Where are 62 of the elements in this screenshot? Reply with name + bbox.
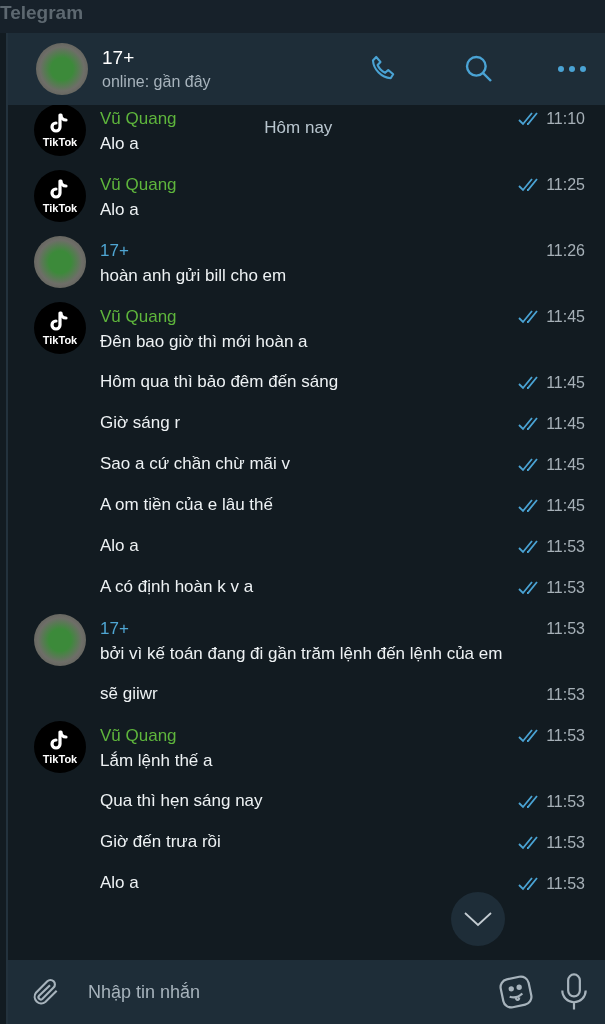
message-time: 11:53 bbox=[546, 726, 585, 745]
message-text: Alo a bbox=[100, 199, 139, 221]
avatar-photo[interactable] bbox=[34, 614, 86, 666]
message-text: hoàn anh gửi bill cho em bbox=[100, 265, 287, 287]
message-time: 11:53 bbox=[546, 833, 585, 852]
message-time: 11:45 bbox=[546, 307, 585, 326]
tiktok-avatar[interactable]: TikTok bbox=[34, 105, 86, 156]
message-text: Đên bao giờ thì mới hoàn a bbox=[100, 331, 308, 353]
message-text: Sao a cứ chần chừ mãi v bbox=[100, 453, 290, 475]
message-text: sẽ giiwr bbox=[100, 683, 158, 705]
message-time: 11:45 bbox=[546, 414, 585, 433]
avatar-label: TikTok bbox=[42, 201, 78, 214]
message-text: Lắm lệnh thế a bbox=[100, 750, 213, 772]
message-time: 11:53 bbox=[546, 874, 585, 893]
message-time: 11:53 bbox=[546, 792, 585, 811]
sender-name[interactable]: 17+ bbox=[100, 238, 129, 263]
scroll-down-button[interactable] bbox=[451, 892, 505, 946]
chat-status: online: gần đây bbox=[102, 73, 212, 91]
message-text: bởi vì kế toán đang đi gần trăm lệnh đến lệnh của em bbox=[100, 643, 503, 665]
sender-name[interactable]: Vũ Quang bbox=[100, 106, 177, 131]
avatar-photo[interactable] bbox=[34, 236, 86, 288]
microphone-button[interactable] bbox=[559, 973, 589, 1011]
music-note-icon bbox=[50, 178, 70, 201]
message-text: Alo a bbox=[100, 872, 139, 894]
message-time: 11:45 bbox=[546, 455, 585, 474]
music-note-icon bbox=[50, 112, 70, 135]
sender-name[interactable]: Vũ Quang bbox=[100, 172, 177, 197]
message-time: 11:53 bbox=[546, 578, 585, 597]
chevron-down-icon bbox=[463, 911, 493, 927]
tiktok-avatar[interactable]: TikTok bbox=[34, 302, 86, 354]
message-time: 11:10 bbox=[546, 109, 585, 128]
message-time: 11:53 bbox=[546, 685, 585, 704]
tiktok-avatar[interactable]: TikTok bbox=[34, 721, 86, 773]
message-time: 11:53 bbox=[546, 619, 585, 638]
message-text: Alo a bbox=[100, 535, 139, 557]
sender-name[interactable]: 17+ bbox=[100, 616, 129, 641]
message-text: Hôm qua thì bảo đêm đến sáng bbox=[100, 371, 339, 393]
music-note-icon bbox=[50, 310, 70, 333]
message-time: 11:25 bbox=[546, 175, 585, 194]
avatar-label: TikTok bbox=[42, 333, 78, 346]
music-note-icon bbox=[50, 729, 70, 752]
tiktok-avatar[interactable]: TikTok bbox=[34, 170, 86, 222]
avatar-label: TikTok bbox=[42, 752, 78, 765]
message-text: A có định hoàn k v a bbox=[100, 576, 254, 598]
message-text: Alo a bbox=[100, 133, 139, 155]
date-label: Hôm nay bbox=[264, 118, 333, 138]
message-text: Giờ sáng r bbox=[100, 412, 181, 434]
chat-name: 17+ bbox=[102, 47, 136, 69]
sticker-button[interactable] bbox=[497, 973, 535, 1011]
message-text: A om tiền của e lâu thế bbox=[100, 494, 273, 516]
avatar-label: TikTok bbox=[42, 135, 78, 148]
message-time: 11:26 bbox=[546, 241, 585, 260]
avatar-photo[interactable] bbox=[36, 43, 88, 95]
message-time: 11:53 bbox=[546, 537, 585, 556]
app-title: Telegram bbox=[0, 2, 84, 24]
sender-name[interactable]: Vũ Quang bbox=[100, 304, 177, 329]
sender-name[interactable]: Vũ Quang bbox=[100, 723, 177, 748]
message-time: 11:45 bbox=[546, 496, 585, 515]
message-text: Giờ đến trưa rồi bbox=[100, 831, 221, 853]
more-button[interactable] bbox=[557, 65, 587, 73]
message-time: 11:45 bbox=[546, 373, 585, 392]
message-text: Qua thì hẹn sáng nay bbox=[100, 790, 263, 812]
